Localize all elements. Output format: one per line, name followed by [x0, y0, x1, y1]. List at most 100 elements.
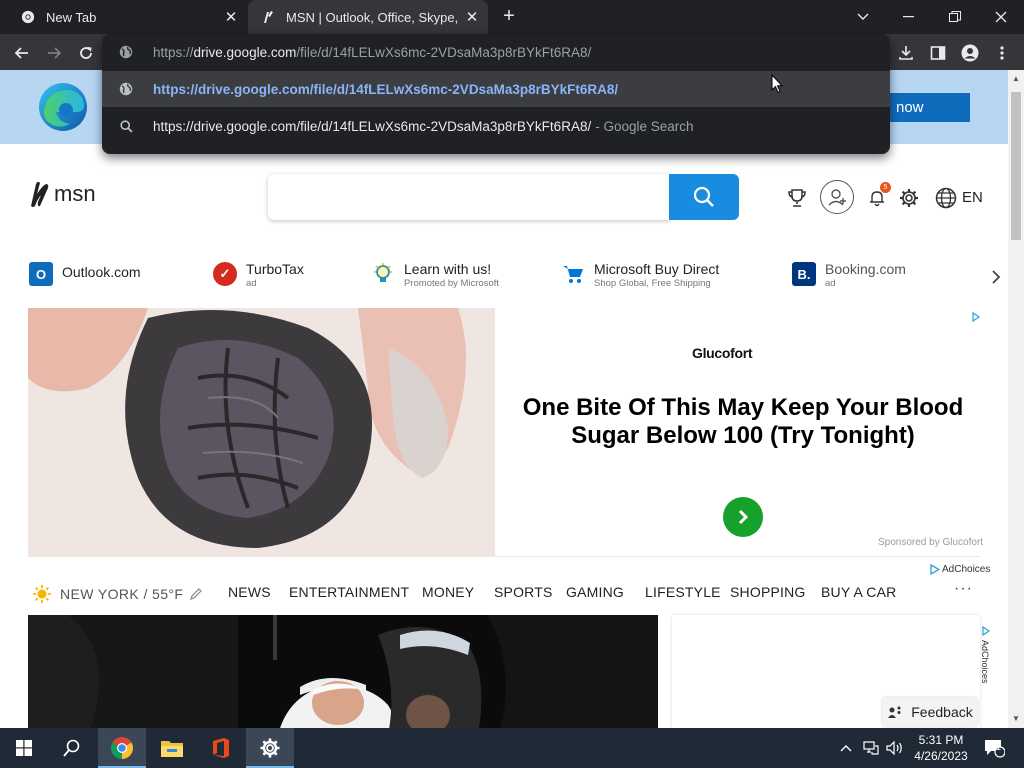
- reload-button[interactable]: [73, 40, 99, 66]
- chrome-icon: [20, 9, 36, 25]
- tray-overflow-chevron-icon[interactable]: [836, 728, 856, 768]
- taskbar-settings[interactable]: [246, 728, 294, 768]
- scroll-down-arrow-icon[interactable]: ▼: [1012, 714, 1020, 723]
- address-bar[interactable]: https://drive.google.com/file/d/14fLELwX…: [102, 34, 890, 70]
- feedback-button[interactable]: Feedback: [882, 697, 978, 727]
- quick-link-learn[interactable]: Learn with us! Promoted by Microsoft: [371, 257, 499, 297]
- language-selector[interactable]: EN: [962, 189, 983, 206]
- globe-icon: [118, 45, 134, 59]
- clock-date: 4/26/2023: [914, 749, 968, 763]
- suggestion-text: https://drive.google.com/file/d/14fLELwX…: [153, 81, 619, 97]
- category-sports[interactable]: SPORTS: [494, 584, 553, 600]
- tab-search-icon[interactable]: [840, 0, 886, 34]
- adchoices-link[interactable]: AdChoices: [930, 564, 990, 575]
- category-news[interactable]: NEWS: [228, 584, 271, 600]
- network-icon[interactable]: [860, 728, 882, 768]
- category-lifestyle[interactable]: LIFESTYLE: [645, 584, 721, 600]
- quick-link-label: TurboTax: [246, 261, 304, 277]
- quick-link-turbotax[interactable]: ✓ TurboTax ad: [213, 257, 304, 297]
- taskbar-office[interactable]: [197, 728, 245, 768]
- side-panel-icon[interactable]: [925, 40, 951, 66]
- msn-page: now msn 5 EN O Outlook.com ✓ TurboTax ad: [0, 70, 1008, 728]
- search-icon: [63, 739, 80, 757]
- rewards-trophy-icon[interactable]: [786, 187, 808, 209]
- edit-pencil-icon[interactable]: [189, 587, 203, 601]
- quick-link-sub: ad: [246, 278, 257, 289]
- quick-link-booking[interactable]: B. Booking.com ad: [792, 257, 906, 297]
- profile-icon[interactable]: [957, 40, 983, 66]
- quick-link-microsoft-buy-direct[interactable]: Microsoft Buy Direct Shop Global, Free S…: [561, 257, 719, 297]
- quick-link-label: Outlook.com: [62, 264, 141, 280]
- msn-logo[interactable]: msn: [28, 180, 96, 208]
- office-icon: [213, 738, 229, 758]
- banner-cta-button[interactable]: now: [880, 93, 970, 122]
- mouse-cursor-icon: [771, 73, 784, 99]
- search-icon: [693, 186, 714, 207]
- category-shopping[interactable]: SHOPPING: [730, 584, 806, 600]
- ad-go-button[interactable]: [723, 497, 763, 537]
- tab-close-icon[interactable]: ✕: [221, 7, 241, 27]
- volume-icon[interactable]: [884, 728, 906, 768]
- quick-link-outlook[interactable]: O Outlook.com: [29, 257, 141, 297]
- quick-links-next-button[interactable]: [986, 266, 1006, 288]
- tab-title: New Tab: [46, 9, 97, 25]
- globe-icon[interactable]: [934, 186, 958, 210]
- msn-logo-text: msn: [54, 181, 96, 206]
- tab-msn[interactable]: MSN | Outlook, Office, Skype, Bing ✕: [248, 0, 488, 34]
- omnibox-suggestion-search[interactable]: https://drive.google.com/file/d/14fLELwX…: [102, 108, 890, 144]
- action-center-count: 1: [996, 742, 1002, 752]
- download-icon[interactable]: [893, 40, 919, 66]
- notification-center-icon: [985, 740, 1005, 758]
- adchoices-icon[interactable]: [982, 623, 991, 641]
- notification-badge: 5: [880, 182, 891, 193]
- forward-button[interactable]: [41, 40, 67, 66]
- category-gaming[interactable]: GAMING: [566, 584, 624, 600]
- ad-image: [28, 308, 495, 557]
- category-money[interactable]: MONEY: [422, 584, 474, 600]
- side-adchoices-label[interactable]: AdChoices: [980, 640, 990, 684]
- restore-button[interactable]: [932, 0, 978, 34]
- quick-link-label: Microsoft Buy Direct: [594, 261, 720, 277]
- search-icon: [118, 119, 134, 133]
- address-path: /file/d/14fLELwXs6mc-2VDsaMa3p8rBYkFt6RA…: [296, 44, 592, 60]
- search-button[interactable]: [669, 174, 739, 220]
- scroll-up-arrow-icon[interactable]: ▲: [1012, 74, 1020, 83]
- menu-icon[interactable]: [989, 40, 1015, 66]
- taskbar-clock[interactable]: 5:31 PM 4/26/2023: [908, 732, 974, 764]
- sun-icon: [33, 585, 51, 603]
- page-scrollbar[interactable]: ▲ ▼: [1008, 70, 1024, 728]
- close-window-button[interactable]: [978, 0, 1024, 34]
- back-button[interactable]: [9, 40, 35, 66]
- tab-new-tab[interactable]: New Tab ✕: [0, 0, 247, 34]
- search-input[interactable]: [268, 174, 670, 220]
- settings-gear-icon[interactable]: [898, 187, 920, 209]
- suggestion-text: https://drive.google.com/file/d/14fLELwX…: [153, 118, 592, 134]
- minimize-button[interactable]: [886, 0, 932, 34]
- address-host: drive.google.com: [193, 44, 297, 60]
- tab-strip: New Tab ✕ MSN | Outlook, Office, Skype, …: [0, 0, 1024, 34]
- action-center-button[interactable]: 1: [980, 728, 1008, 768]
- start-button[interactable]: [0, 728, 48, 768]
- new-tab-button[interactable]: +: [498, 6, 520, 28]
- hero-news-image[interactable]: [28, 615, 658, 728]
- taskbar-search-button[interactable]: [48, 728, 96, 768]
- outlook-icon: O: [29, 262, 53, 286]
- category-buy-a-car[interactable]: BUY A CAR: [821, 584, 896, 600]
- user-avatar-icon[interactable]: [820, 180, 854, 214]
- feedback-icon: [888, 706, 901, 718]
- feedback-label: Feedback: [911, 704, 973, 720]
- weather-widget[interactable]: NEW YORK / 55°F: [32, 584, 203, 604]
- taskbar-chrome[interactable]: [98, 728, 146, 768]
- scroll-thumb[interactable]: [1011, 92, 1021, 240]
- booking-icon: B.: [792, 262, 816, 286]
- lightbulb-icon: [371, 262, 395, 286]
- windows-taskbar: 5:31 PM 4/26/2023 1: [0, 728, 1024, 768]
- chevron-right-icon: [738, 509, 749, 525]
- more-categories-button[interactable]: ···: [954, 580, 973, 598]
- ad-headline[interactable]: One Bite Of This May Keep Your Blood Sug…: [496, 394, 990, 450]
- adchoices-icon[interactable]: [972, 309, 981, 327]
- clock-time: 5:31 PM: [918, 733, 964, 747]
- tab-close-icon[interactable]: ✕: [462, 7, 482, 27]
- taskbar-file-explorer[interactable]: [148, 728, 196, 768]
- category-entertainment[interactable]: ENTERTAINMENT: [289, 584, 409, 600]
